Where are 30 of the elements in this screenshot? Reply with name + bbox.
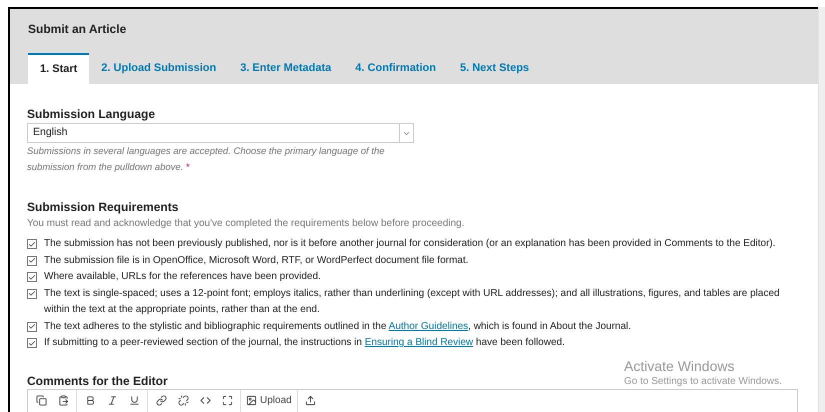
section-heading: Comments for the Editor [27,372,168,388]
requirement-text: Where available, URLs for the references have been provided. [44,270,321,284]
link[interactable]: Ensuring a Blind Review [364,337,474,348]
requirement-text: If submitting to a peer-reviewed section of the journal, the instructions in Ensuring a Blind Review have been followed. [44,336,565,350]
requirement-text: The submission has not been previously published, nor is it before another journal for consideration (or an explanation has been provided in Comments to the Editor). [44,237,776,251]
activation-title: Activate Windows [624,359,736,373]
tab[interactable]: 3. Enter Metadata [228,53,344,84]
checkbox[interactable] [27,239,37,249]
section-heading: Submission Language [27,106,156,122]
checkbox[interactable] [27,338,37,348]
checkbox[interactable] [27,256,37,266]
link[interactable]: Author Guidelines [388,320,468,332]
image-icon [246,395,257,406]
requirement-text: The text adheres to the stylistic and bibliographic requirements outlined in the Author Guidelines, which is found in About the Journal. [44,320,632,334]
checkbox[interactable] [27,272,37,282]
requirement-text: The submission file is in OpenOffice, Microsoft Word, RTF, or WordPerfect document file format. [44,254,468,268]
page-title: Submit an Article [28,21,128,38]
tab[interactable]: 2. Upload Submission [89,53,228,84]
language-select[interactable]: English [27,123,414,143]
activation-subtitle: Go to Settings to activate Windows. [624,377,782,387]
requirement-text: The text is single-spaced; uses a 12-point font; employs italics, rather than underlining (except with URL addresses); and all illustrations, figures, and tables are placed within the text at the appropriate points, rather than at the end. [44,286,781,317]
tab[interactable]: 5. Next Steps [448,53,542,84]
tab[interactable]: 4. Confirmation [343,53,448,84]
checkbox[interactable] [27,322,37,332]
tab[interactable]: 1. Start [28,53,90,84]
upload-button[interactable]: Upload [243,390,295,412]
help-text: Submissions in several languages are accepted. Choose the primary language of the submission from the pulldown above. * [27,146,385,173]
intro-text: You must read and acknowledge that you've completed the requirements below before proceeding. [27,217,466,231]
checkbox[interactable] [27,288,37,298]
section-heading: Submission Requirements [27,199,180,215]
